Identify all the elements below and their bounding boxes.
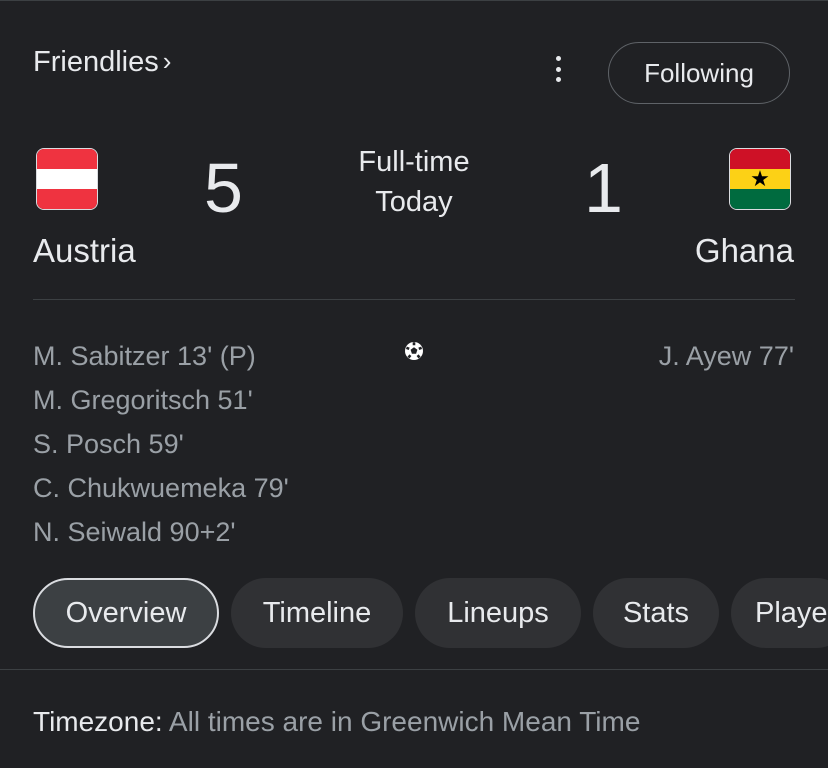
ghana-flag-icon: ★ (729, 148, 791, 210)
away-scorers: J. Ayew 77' (659, 334, 794, 378)
match-tabs: Overview Timeline Lineups Stats Playe (33, 578, 828, 648)
following-button[interactable]: Following (608, 42, 790, 104)
home-team-name[interactable]: Austria (33, 232, 136, 270)
tab-timeline[interactable]: Timeline (231, 578, 403, 648)
tab-overview[interactable]: Overview (33, 578, 219, 648)
timezone-label: Timezone: (33, 706, 163, 737)
austria-flag-icon (36, 148, 98, 210)
match-status-text: Full-time (358, 146, 470, 178)
home-scorers: M. Sabitzer 13' (P) M. Gregoritsch 51' S… (33, 334, 289, 554)
tab-stats[interactable]: Stats (593, 578, 719, 648)
more-vert-icon[interactable] (548, 56, 568, 82)
scorer-item: N. Seiwald 90+2' (33, 517, 236, 547)
scorer-item: J. Ayew 77' (658, 341, 794, 371)
divider (33, 299, 795, 300)
tab-players[interactable]: Playe (731, 578, 828, 648)
scorer-item: S. Posch 59' (33, 429, 184, 459)
away-team-name[interactable]: Ghana (695, 232, 794, 270)
top-border (0, 0, 828, 1)
competition-name: Friendlies (33, 46, 159, 78)
timezone-text: All times are in Greenwich Mean Time (168, 706, 641, 737)
home-score: 5 (204, 149, 243, 227)
match-date: Today (375, 186, 453, 218)
star-icon: ★ (750, 165, 770, 191)
away-score: 1 (584, 149, 623, 227)
tab-lineups[interactable]: Lineups (415, 578, 581, 648)
competition-link[interactable]: Friendlies › (33, 46, 171, 79)
timezone-note: Timezone: All times are in Greenwich Mea… (33, 706, 640, 738)
scorer-item: C. Chukwuemeka 79' (33, 473, 289, 503)
scorer-item: M. Sabitzer 13' (P) (33, 341, 256, 371)
chevron-right-icon: › (162, 46, 172, 76)
soccer-ball-icon (405, 342, 423, 360)
scorer-item: M. Gregoritsch 51' (33, 385, 253, 415)
match-status: Full-time Today (314, 142, 514, 222)
divider (0, 669, 828, 670)
